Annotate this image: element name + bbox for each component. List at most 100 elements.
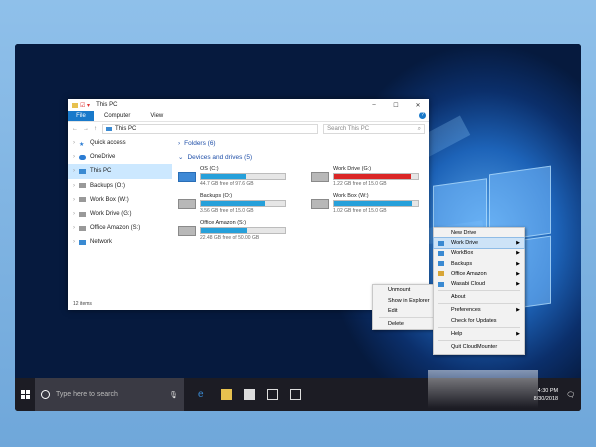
mail-icon[interactable] [267, 389, 278, 400]
tab-computer[interactable]: Computer [94, 111, 140, 121]
navigation-pane: › ★ Quick access › OneDrive › This PC › B… [68, 136, 172, 296]
computer-icon [79, 168, 86, 174]
drive-usage-bar [200, 200, 286, 207]
help-icon[interactable]: ? [419, 112, 426, 119]
store-icon[interactable] [244, 389, 255, 400]
submenu-arrow-icon: ▶ [516, 307, 520, 314]
sidebar-item-network[interactable]: › Network [68, 235, 172, 249]
menu-reflection [428, 370, 538, 408]
quick-access-toolbar-icon[interactable]: ☑ ▾ [80, 102, 90, 109]
address-row: ← → ↑ This PC Search This PC ⌕ [68, 122, 429, 136]
folders-group-header[interactable]: › Folders (6) [178, 136, 426, 150]
address-bar[interactable]: This PC [102, 124, 319, 134]
computer-icon [106, 127, 112, 131]
drive-icon [438, 240, 444, 246]
menu-separator [438, 303, 520, 305]
sidebar-item-work-drive[interactable]: › Work Drive (G:) [68, 207, 172, 221]
drive-free-space: 44.7 GB free of 97.6 GB [200, 181, 254, 187]
tab-view[interactable]: View [140, 111, 173, 121]
edge-icon[interactable]: e [198, 389, 209, 400]
drive-free-space: 3.56 GB free of 15.0 GB [200, 208, 254, 214]
sidebar-item-onedrive[interactable]: › OneDrive [68, 150, 172, 164]
menu-item-check-updates[interactable]: Check for Updates [434, 316, 524, 326]
content-pane: › Folders (6) ⌄ Devices and drives (5) OS … [178, 136, 426, 296]
drive-icon [79, 211, 86, 217]
drive-usage-fill [334, 201, 413, 206]
action-center-icon[interactable]: 🗨 [566, 391, 575, 399]
taskbar-search-placeholder: Type here to search [56, 391, 118, 398]
up-button[interactable]: ↑ [94, 126, 97, 132]
menu-item-workbox[interactable]: WorkBox ▶ [434, 248, 524, 258]
drive-tile[interactable]: Work Drive (G:) 1.22 GB free of 15.0 GB [311, 166, 426, 187]
menu-item-wasabi-cloud[interactable]: Wasabi Cloud ▶ [434, 279, 524, 289]
address-text: This PC [115, 126, 137, 132]
drive-icon [79, 225, 86, 231]
drive-usage-bar [200, 227, 286, 234]
photos-icon[interactable] [290, 389, 301, 400]
sidebar-item-office-amazon[interactable]: › Office Amazon (S:) [68, 221, 172, 235]
menu-item-preferences[interactable]: Preferences ▶ [434, 305, 524, 315]
drive-tile[interactable]: Work Box (W:) 1.02 GB free of 15.0 GB [311, 193, 426, 214]
drive-usage-fill [201, 201, 265, 206]
drive-tile[interactable]: Backups (O:) 3.56 GB free of 15.0 GB [178, 193, 311, 214]
menu-separator [438, 326, 520, 328]
submenu-arrow-icon: ▶ [516, 270, 520, 277]
start-button[interactable] [15, 390, 35, 399]
tab-file[interactable]: File [68, 111, 94, 121]
drive-icon [438, 261, 444, 267]
cloudmounter-menu: New Drive Work Drive ▶ WorkBox ▶ Backups ▶ … [433, 227, 525, 355]
drive-free-space: 22.48 GB free of 50.00 GB [200, 235, 260, 241]
windows-drive-icon [178, 172, 196, 182]
minimize-button[interactable]: – [363, 102, 385, 109]
sidebar-item-work-box[interactable]: › Work Box (W:) [68, 193, 172, 207]
submenu-arrow-icon: ▶ [516, 240, 520, 247]
drives-list: OS (C:) 44.7 GB free of 97.6 GB Work Drive… [178, 166, 426, 241]
folder-icon [72, 102, 78, 108]
drive-icon [178, 199, 196, 209]
file-explorer-icon[interactable] [221, 389, 232, 400]
menu-separator [438, 290, 520, 292]
menu-item-work-drive[interactable]: Work Drive ▶ [433, 237, 525, 250]
file-explorer-window: ☑ ▾ This PC – ☐ ✕ File Computer View ? ←… [68, 99, 429, 310]
drive-icon [311, 199, 329, 209]
drive-usage-bar [333, 200, 419, 207]
drive-tile[interactable]: OS (C:) 44.7 GB free of 97.6 GB [178, 166, 311, 187]
drive-name: Work Box (W:) [333, 193, 369, 199]
search-icon: ⌕ [417, 125, 421, 132]
drive-usage-fill [201, 174, 247, 179]
drive-free-space: 1.02 GB free of 15.0 GB [333, 208, 387, 214]
sidebar-item-quick-access[interactable]: › ★ Quick access [68, 136, 172, 150]
menu-item-about[interactable]: About [434, 292, 524, 302]
forward-button[interactable]: → [83, 126, 89, 132]
taskbar-search-box[interactable]: Type here to search 🎙 [35, 378, 184, 411]
windows-icon [20, 390, 30, 399]
menu-item-help[interactable]: Help ▶ [434, 329, 524, 339]
search-input[interactable]: Search This PC ⌕ [323, 124, 425, 134]
drive-icon [438, 250, 444, 256]
menu-item-quit[interactable]: Quit CloudMounter [434, 342, 524, 352]
menu-item-new-drive[interactable]: New Drive [434, 228, 524, 238]
menu-item-backups[interactable]: Backups ▶ [434, 259, 524, 269]
title-bar[interactable]: ☑ ▾ This PC – ☐ ✕ [68, 99, 429, 111]
drive-tile[interactable]: Office Amazon (S:) 22.48 GB free of 50.00… [178, 220, 311, 241]
maximize-button[interactable]: ☐ [385, 102, 407, 109]
sidebar-item-this-pc[interactable]: › This PC [68, 164, 172, 179]
drive-icon [79, 197, 86, 203]
close-button[interactable]: ✕ [407, 102, 429, 109]
menu-item-office-amazon[interactable]: Office Amazon ▶ [434, 269, 524, 279]
microphone-icon[interactable]: 🎙 [169, 391, 178, 399]
drive-usage-bar [333, 173, 419, 180]
drive-icon [79, 183, 86, 189]
back-button[interactable]: ← [72, 126, 78, 132]
drive-usage-fill [334, 174, 412, 179]
drive-icon [311, 172, 329, 182]
amazon-icon [438, 271, 444, 277]
devices-group-header[interactable]: ⌄ Devices and drives (5) [178, 150, 426, 164]
ribbon: File Computer View ? [68, 111, 429, 122]
drive-free-space: 1.22 GB free of 15.0 GB [333, 181, 387, 187]
submenu-arrow-icon: ▶ [516, 260, 520, 267]
drive-name: OS (C:) [200, 166, 219, 172]
network-icon [79, 239, 86, 245]
sidebar-item-backups[interactable]: › Backups (O:) [68, 179, 172, 193]
status-bar: 12 items [73, 301, 92, 307]
